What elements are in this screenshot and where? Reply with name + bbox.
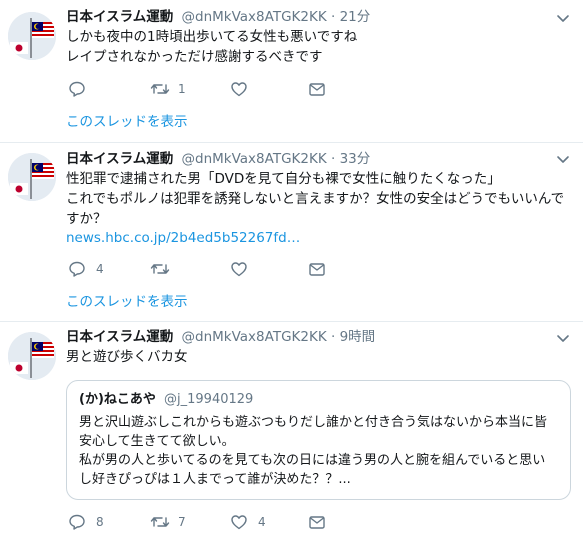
author-name[interactable]: 日本イスラム運動 <box>66 9 173 25</box>
tweet-header: 日本イスラム運動 @dnMkVax8ATGK2KK · 9時間 <box>66 328 375 346</box>
separator: · <box>330 151 336 167</box>
envelope-icon <box>309 516 325 529</box>
tweet[interactable]: 日本イスラム運動 @dnMkVax8ATGK2KK · 33分 性犯罪で逮捕され… <box>0 143 583 322</box>
retweet-icon <box>150 264 170 274</box>
quoted-tweet[interactable]: (か)ねこあや @j_19940129 男と沢山遊ぶしこれからも遊ぶつもりだし誰… <box>66 380 571 500</box>
envelope-icon <box>309 83 325 96</box>
quoted-author-handle: @j_19940129 <box>164 392 254 407</box>
envelope-icon <box>309 263 325 276</box>
quoted-tweet-header: (か)ねこあや @j_19940129 <box>79 391 558 409</box>
quoted-author-name: (か)ねこあや <box>79 392 156 407</box>
tweet[interactable]: 日本イスラム運動 @dnMkVax8ATGK2KK · 9時間 男と遊び歩くバカ… <box>0 322 583 547</box>
separator: · <box>330 329 336 345</box>
tweet-text: 男と遊び歩くバカ女 <box>66 349 188 365</box>
tweet-header: 日本イスラム運動 @dnMkVax8ATGK2KK · 21分 <box>66 8 370 26</box>
reply-count: 8 <box>96 515 104 529</box>
reply-icon <box>69 261 85 277</box>
tweet-time[interactable]: 33分 <box>340 151 371 167</box>
avatar[interactable] <box>8 12 56 60</box>
show-thread-link[interactable]: このスレッドを表示 <box>66 110 188 130</box>
author-name[interactable]: 日本イスラム運動 <box>66 151 173 167</box>
reply-count: 4 <box>96 262 104 276</box>
tweet-time[interactable]: 21分 <box>340 9 371 25</box>
heart-icon <box>231 515 247 530</box>
reply-icon <box>69 81 85 97</box>
tweet-header: 日本イスラム運動 @dnMkVax8ATGK2KK · 33分 <box>66 150 370 168</box>
retweet-icon <box>150 84 170 94</box>
heart-icon <box>231 262 247 277</box>
retweet-count: 1 <box>178 82 186 96</box>
avatar[interactable] <box>8 153 56 201</box>
chevron-down-icon[interactable] <box>555 10 571 26</box>
article-link[interactable]: news.hbc.co.jp/2b4ed5b52267fd… <box>66 230 300 246</box>
chevron-down-icon[interactable] <box>555 151 571 167</box>
chevron-down-icon[interactable] <box>555 330 571 346</box>
tweet[interactable]: 日本イスラム運動 @dnMkVax8ATGK2KK · 21分 しかも夜中の1時… <box>0 0 583 143</box>
retweet-icon <box>150 517 170 527</box>
quoted-tweet-text: 男と沢山遊ぶしこれからも遊ぶつもりだし誰かと付き合う気はないから本当に皆安心して… <box>79 415 548 487</box>
heart-icon <box>231 82 247 97</box>
tweet-text: しかも夜中の1時頃出歩いてる女性も悪いですね レイプされなかっただけ感謝するべき… <box>66 29 358 65</box>
tweet-time[interactable]: 9時間 <box>340 329 376 345</box>
separator: · <box>330 9 336 25</box>
avatar[interactable] <box>8 332 56 380</box>
reply-icon <box>69 514 85 530</box>
author-handle[interactable]: @dnMkVax8ATGK2KK <box>182 329 327 345</box>
author-name[interactable]: 日本イスラム運動 <box>66 329 173 345</box>
author-handle[interactable]: @dnMkVax8ATGK2KK <box>182 9 327 25</box>
show-thread-link[interactable]: このスレッドを表示 <box>66 290 188 310</box>
tweet-text: 性犯罪で逮捕された男「DVDを見て自分も裸で女性に触りたくなった」 これでもポル… <box>66 171 565 227</box>
author-handle[interactable]: @dnMkVax8ATGK2KK <box>182 151 327 167</box>
retweet-count: 7 <box>178 515 186 529</box>
like-count: 4 <box>258 515 266 529</box>
